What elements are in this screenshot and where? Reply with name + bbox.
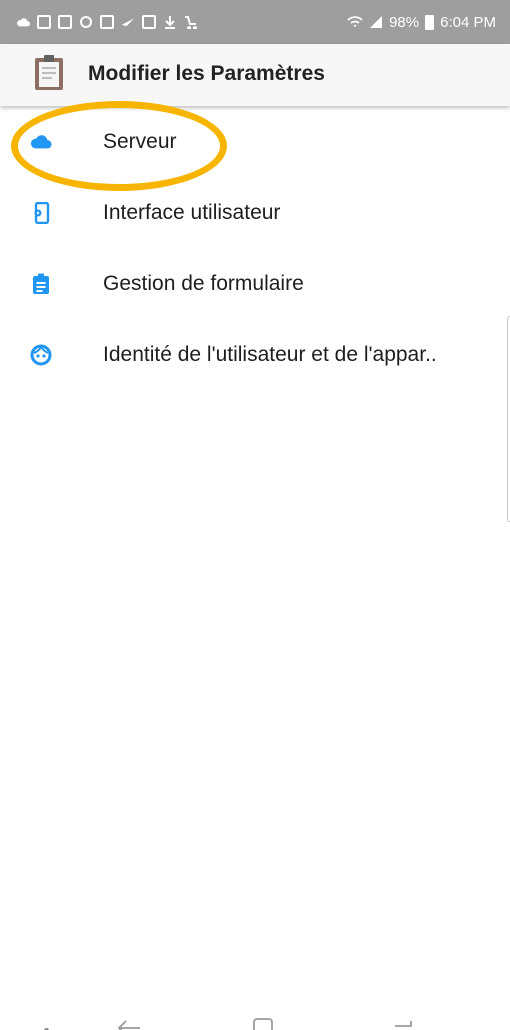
- sync-icon: [80, 16, 92, 28]
- home-icon[interactable]: [252, 1017, 274, 1030]
- notification-icons: [16, 15, 198, 29]
- settings-item-label: Gestion de formulaire: [103, 271, 304, 295]
- app-icon: [100, 15, 114, 29]
- highlight-ellipse: [11, 101, 227, 191]
- navigation-bar: [0, 956, 510, 1030]
- settings-item-label: Interface utilisateur: [103, 200, 281, 224]
- status-bar: 98% 6:04 PM: [0, 0, 510, 44]
- phone-settings-icon: [30, 201, 52, 224]
- cart-icon: [185, 16, 198, 29]
- settings-item-user-device-identity[interactable]: Identité de l'utilisateur et de l'appar.…: [0, 319, 510, 390]
- clipboard-icon: [35, 55, 63, 90]
- nike-icon: [121, 18, 135, 27]
- cloud-icon: [17, 18, 30, 27]
- face-icon: [30, 344, 52, 366]
- wifi-icon: [347, 16, 363, 27]
- system-icons: 98% 6:04 PM: [347, 14, 496, 31]
- battery-icon: [425, 14, 435, 30]
- download-icon: [165, 16, 175, 29]
- mail-icon: [58, 15, 72, 29]
- settings-item-form-management[interactable]: Gestion de formulaire: [0, 248, 510, 319]
- back-icon[interactable]: [116, 1016, 142, 1030]
- signal-icon: [370, 16, 383, 28]
- settings-item-user-interface[interactable]: Interface utilisateur: [0, 177, 510, 248]
- app-bar: Modifier les Paramètres: [0, 44, 510, 106]
- form-icon: [30, 273, 52, 295]
- settings-item-label: Identité de l'utilisateur et de l'appar.…: [103, 342, 437, 366]
- mail-icon: [37, 15, 51, 29]
- clock: 6:04 PM: [440, 13, 496, 31]
- battery-percent: 98%: [389, 13, 420, 31]
- recent-apps-icon[interactable]: [393, 1018, 419, 1030]
- page-title: Modifier les Paramètres: [88, 62, 325, 85]
- image-icon: [142, 15, 156, 29]
